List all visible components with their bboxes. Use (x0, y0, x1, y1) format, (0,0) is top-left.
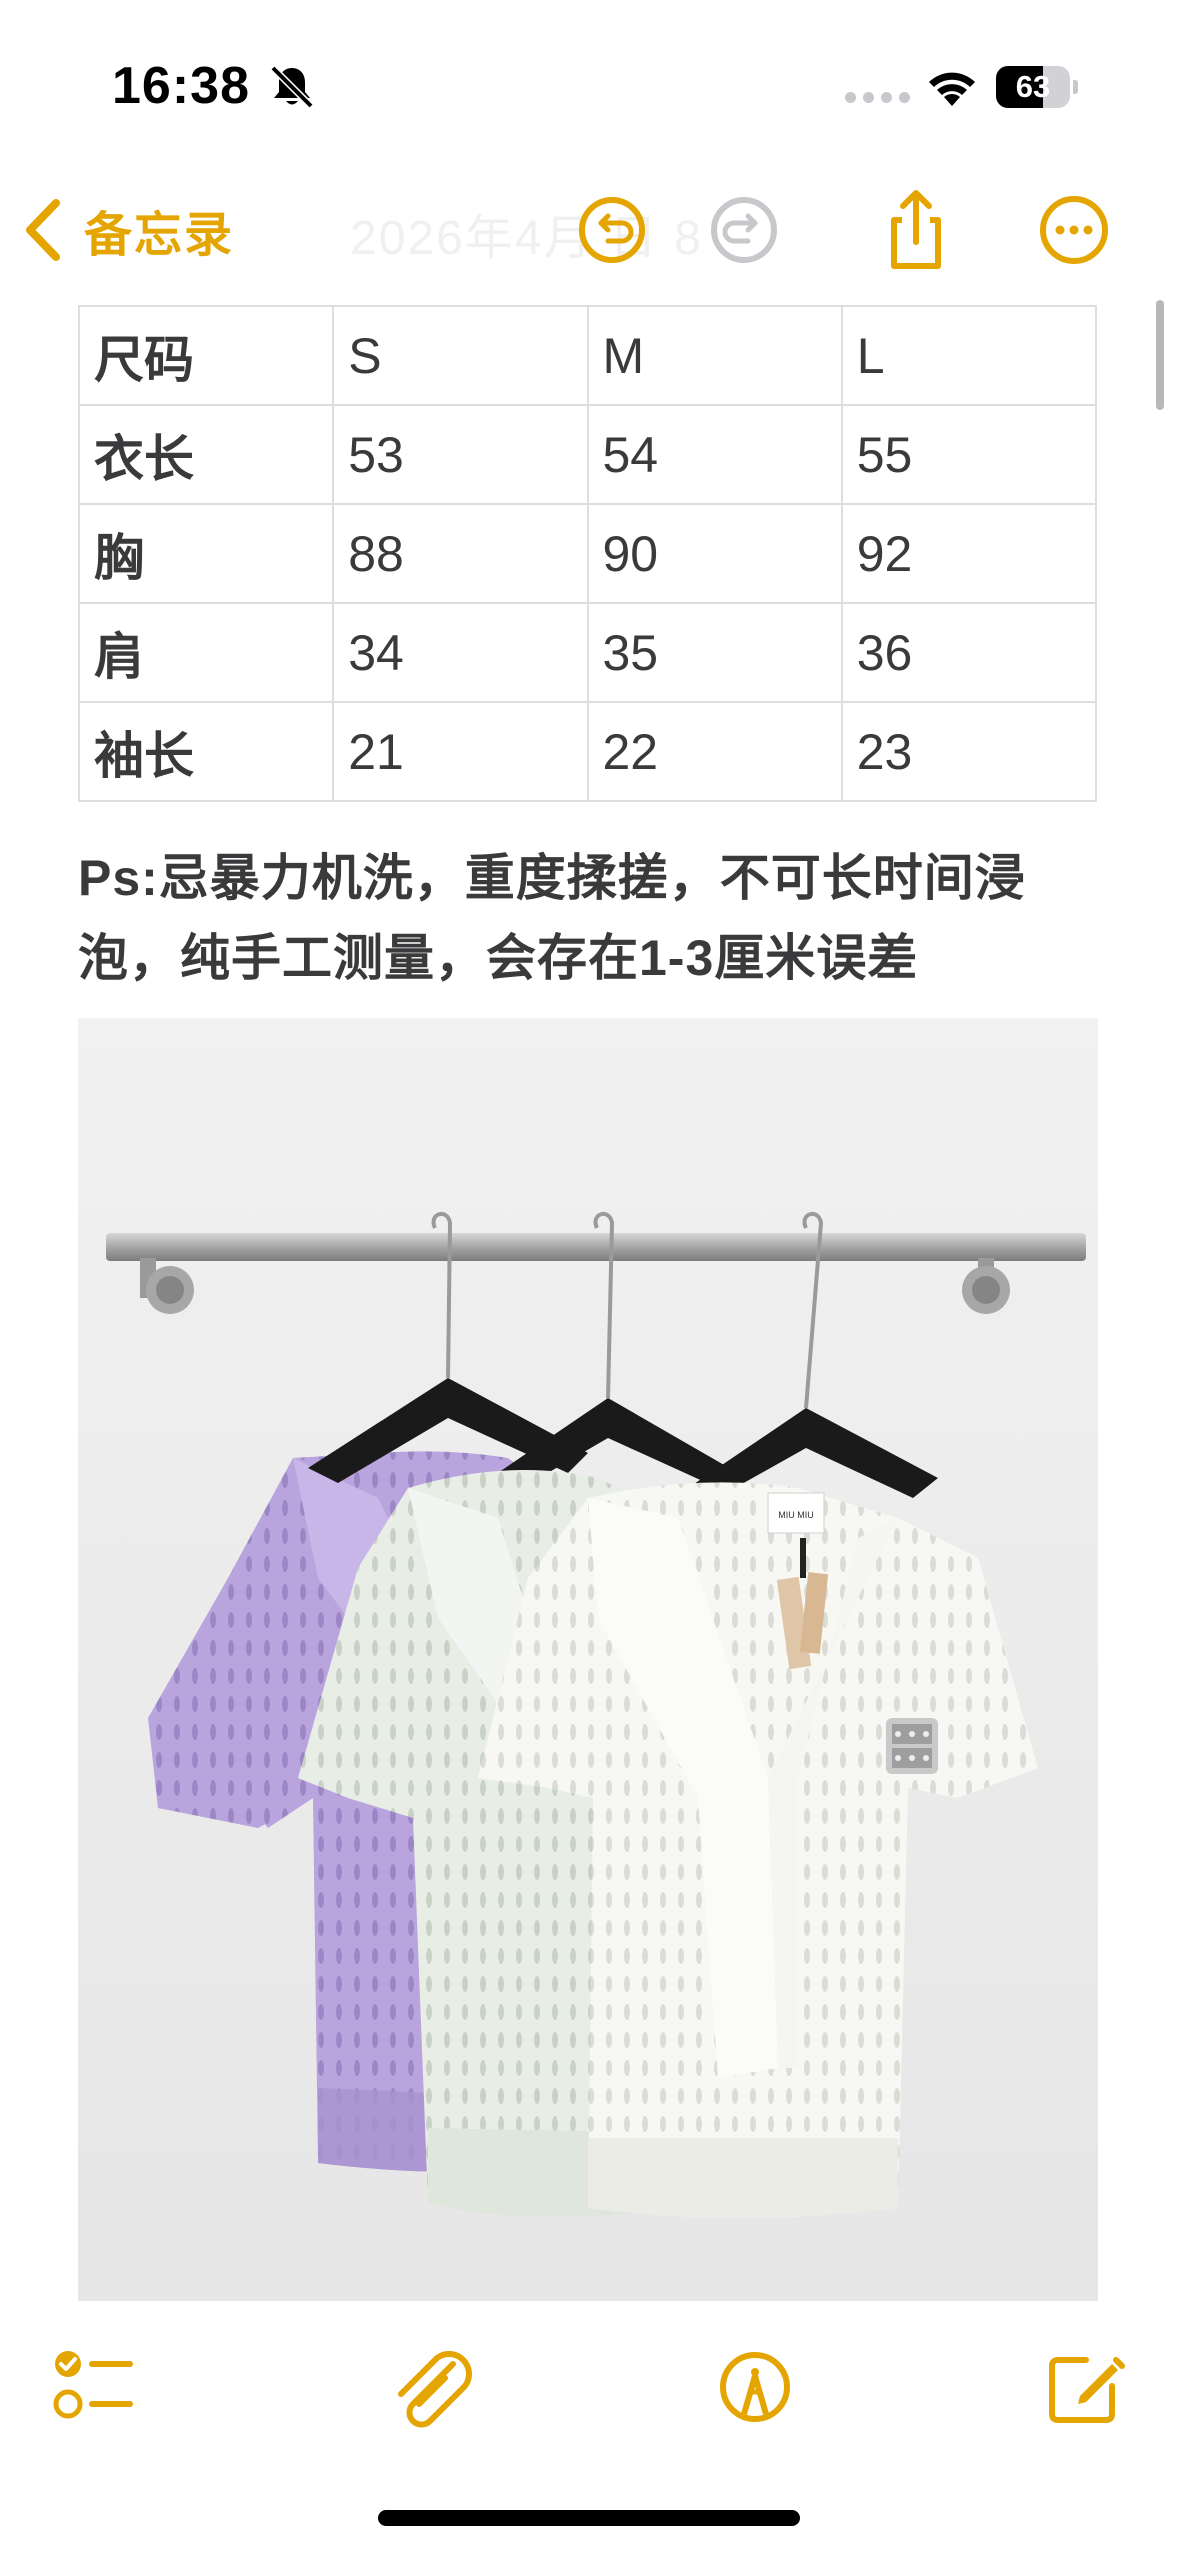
back-button[interactable]: 备忘录 (22, 192, 234, 268)
table-cell[interactable]: 90 (586, 503, 843, 604)
table-cell[interactable]: 尺码 (77, 305, 335, 406)
table-cell[interactable]: 衣长 (77, 404, 335, 505)
table-row: 胸 88 90 92 (77, 503, 1098, 604)
photo-illustration: MIU MIU (78, 1018, 1098, 2301)
note-line: 泡，纯手工测量，会存在1-3厘米误差 (78, 930, 919, 986)
table-cell[interactable]: 54 (586, 404, 843, 505)
checklist-icon[interactable] (38, 2332, 148, 2442)
note-line: Ps:忌暴力机洗，重度揉搓，不可长时间浸 (78, 850, 1026, 906)
table-cell[interactable]: 34 (332, 602, 589, 703)
size-table[interactable]: 尺码 S M L 衣长 53 54 55 胸 88 90 92 肩 34 35 … (77, 305, 1098, 802)
table-cell[interactable]: 22 (586, 701, 843, 802)
table-cell[interactable]: 21 (332, 701, 589, 802)
undo-icon[interactable] (568, 186, 656, 274)
table-cell[interactable]: 肩 (77, 602, 335, 703)
markup-pen-icon[interactable] (700, 2332, 810, 2442)
table-cell[interactable]: L (840, 305, 1098, 406)
more-icon[interactable] (1030, 186, 1118, 274)
table-cell[interactable]: 92 (840, 503, 1098, 604)
chevron-left-icon (26, 199, 60, 261)
home-indicator[interactable] (378, 2510, 800, 2526)
note-body-text[interactable]: Ps:忌暴力机洗，重度揉搓，不可长时间浸 泡，纯手工测量，会存在1-3厘米误差 (78, 838, 1098, 998)
paperclip-icon[interactable] (375, 2332, 485, 2442)
wifi-icon (929, 72, 975, 106)
table-cell[interactable]: 53 (332, 404, 589, 505)
table-cell[interactable]: 36 (840, 602, 1098, 703)
battery-icon: 63 (996, 66, 1078, 108)
status-bar: 16:38 63 (0, 0, 1179, 160)
tag-brand-text: MIU MIU (778, 1510, 814, 1520)
nav-bar: 备忘录 2026年4月 日 8 (0, 170, 1179, 290)
signal-icon (845, 92, 910, 103)
compose-icon[interactable] (1030, 2332, 1140, 2442)
table-row: 衣长 53 54 55 (77, 404, 1098, 505)
table-header-row: 尺码 S M L (77, 305, 1098, 406)
bell-slash-icon (270, 65, 314, 109)
status-time: 16:38 (112, 57, 250, 115)
scroll-indicator[interactable] (1156, 300, 1164, 410)
table-cell[interactable]: 35 (586, 602, 843, 703)
table-cell[interactable]: 袖长 (77, 701, 335, 802)
table-cell[interactable]: 88 (332, 503, 589, 604)
table-row: 肩 34 35 36 (77, 602, 1098, 703)
table-cell[interactable]: M (586, 305, 843, 406)
table-cell[interactable]: 胸 (77, 503, 335, 604)
share-icon[interactable] (872, 186, 960, 274)
table-row: 袖长 21 22 23 (77, 701, 1098, 802)
bottom-toolbar (0, 2330, 1179, 2450)
table-cell[interactable]: 55 (840, 404, 1098, 505)
battery-level: 63 (1015, 69, 1051, 104)
table-cell[interactable]: S (332, 305, 589, 406)
table-cell[interactable]: 23 (840, 701, 1098, 802)
back-label: 备忘录 (84, 209, 235, 262)
product-photo[interactable]: MIU MIU (78, 1018, 1098, 2301)
redo-icon[interactable] (700, 186, 788, 274)
